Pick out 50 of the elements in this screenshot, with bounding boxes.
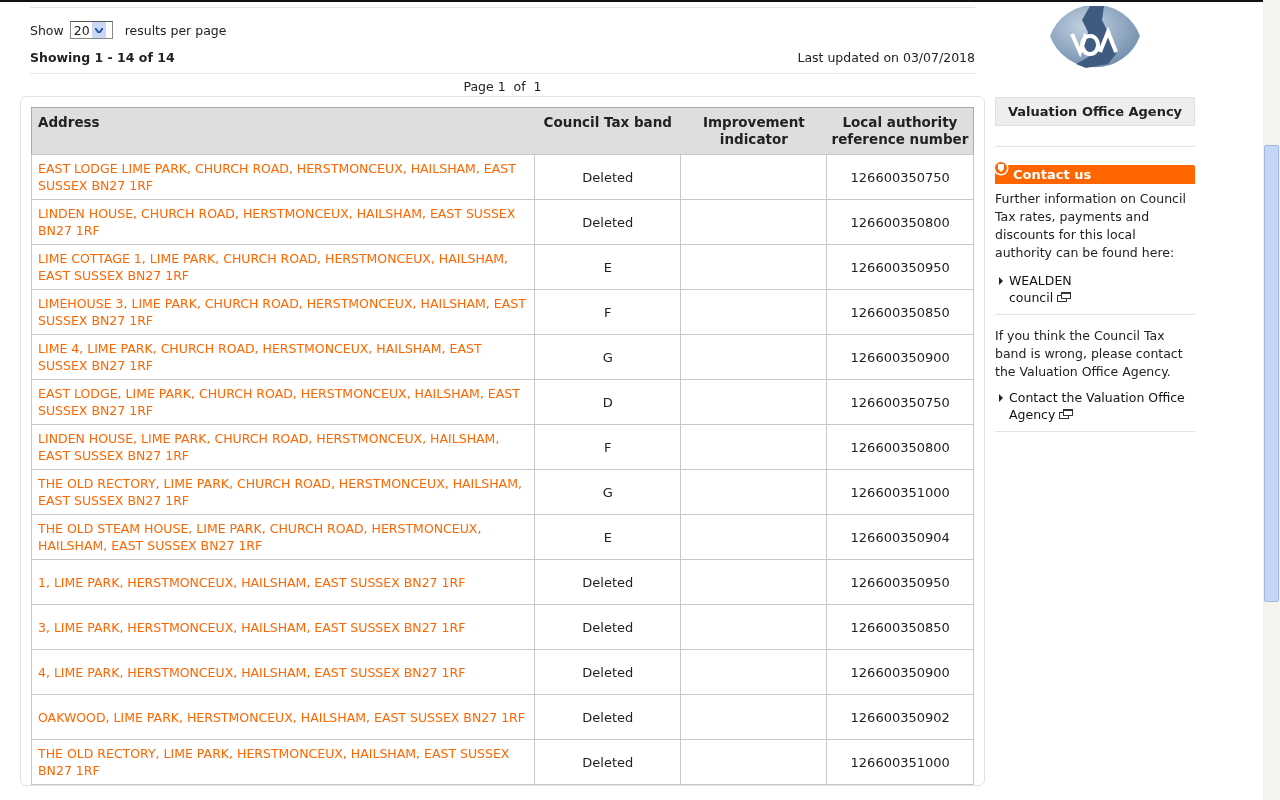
table-cell: Deleted bbox=[534, 604, 681, 650]
column-header: Improvement indicator bbox=[680, 107, 827, 155]
column-header: Local authority reference number bbox=[826, 107, 974, 155]
new-window-icon bbox=[1057, 292, 1072, 302]
table-cell: 126600350750 bbox=[826, 154, 974, 200]
table-cell: 126600350850 bbox=[826, 289, 974, 335]
table-cell: Deleted bbox=[534, 199, 681, 245]
table-cell: E bbox=[534, 244, 681, 290]
agency-name-heading: Valuation Office Agency bbox=[995, 97, 1195, 126]
contact-agency-link[interactable]: Contact the Valuation Office Agency bbox=[1009, 389, 1195, 423]
table-cell: 126600350800 bbox=[826, 424, 974, 470]
contact-badge-icon bbox=[993, 160, 1009, 176]
caret-icon bbox=[94, 27, 103, 33]
table-cell: 126600351000 bbox=[826, 469, 974, 515]
results-per-page-label: results per page bbox=[124, 22, 227, 38]
showing-count: Showing 1 - 14 of 14 bbox=[30, 50, 175, 65]
table-cell: Deleted bbox=[534, 694, 681, 740]
last-updated-text: Last updated on 03/07/2018 bbox=[797, 50, 975, 65]
show-label: Show bbox=[30, 22, 64, 38]
table-cell: 126600350904 bbox=[826, 514, 974, 560]
column-header: Council Tax band bbox=[534, 107, 681, 155]
council-info-text: Further information on Council Tax rates, payments and discounts for this local authority can be found here: bbox=[995, 190, 1187, 262]
table-cell: 126600350750 bbox=[826, 379, 974, 425]
council-link[interactable]: WEALDEN council bbox=[1009, 272, 1089, 306]
table-cell: 126600350800 bbox=[826, 199, 974, 245]
results-per-page-dropdown[interactable]: 20 bbox=[69, 21, 113, 39]
table-cell: 126600350900 bbox=[826, 334, 974, 380]
table-cell: G bbox=[534, 469, 681, 515]
table-cell: F bbox=[534, 289, 681, 335]
table-cell: 126600350950 bbox=[826, 559, 974, 605]
table-cell: G bbox=[534, 334, 681, 380]
table-cell: 126600350850 bbox=[826, 604, 974, 650]
table-cell: Deleted bbox=[534, 649, 681, 695]
table-cell: D bbox=[534, 379, 681, 425]
table-cell: 126600351000 bbox=[826, 739, 974, 785]
table-cell: 126600350902 bbox=[826, 694, 974, 740]
table-cell: E bbox=[534, 514, 681, 560]
new-window-icon bbox=[1059, 409, 1074, 419]
scrollbar[interactable] bbox=[1263, 0, 1280, 800]
bullet-arrow-icon bbox=[999, 394, 1003, 402]
table-cell: 126600350900 bbox=[826, 649, 974, 695]
page-indicator: Page 1 of 1 bbox=[462, 78, 543, 96]
table-cell: 126600350950 bbox=[826, 244, 974, 290]
table-cell: Deleted bbox=[534, 154, 681, 200]
table-cell: Deleted bbox=[534, 739, 681, 785]
bullet-arrow-icon bbox=[999, 277, 1003, 285]
column-header: Address bbox=[31, 107, 535, 155]
table-cell: F bbox=[534, 424, 681, 470]
wrong-band-text: If you think the Council Tax band is wrong, please contact the Valuation Office Agency. bbox=[995, 327, 1184, 381]
table-cell: Deleted bbox=[534, 559, 681, 605]
